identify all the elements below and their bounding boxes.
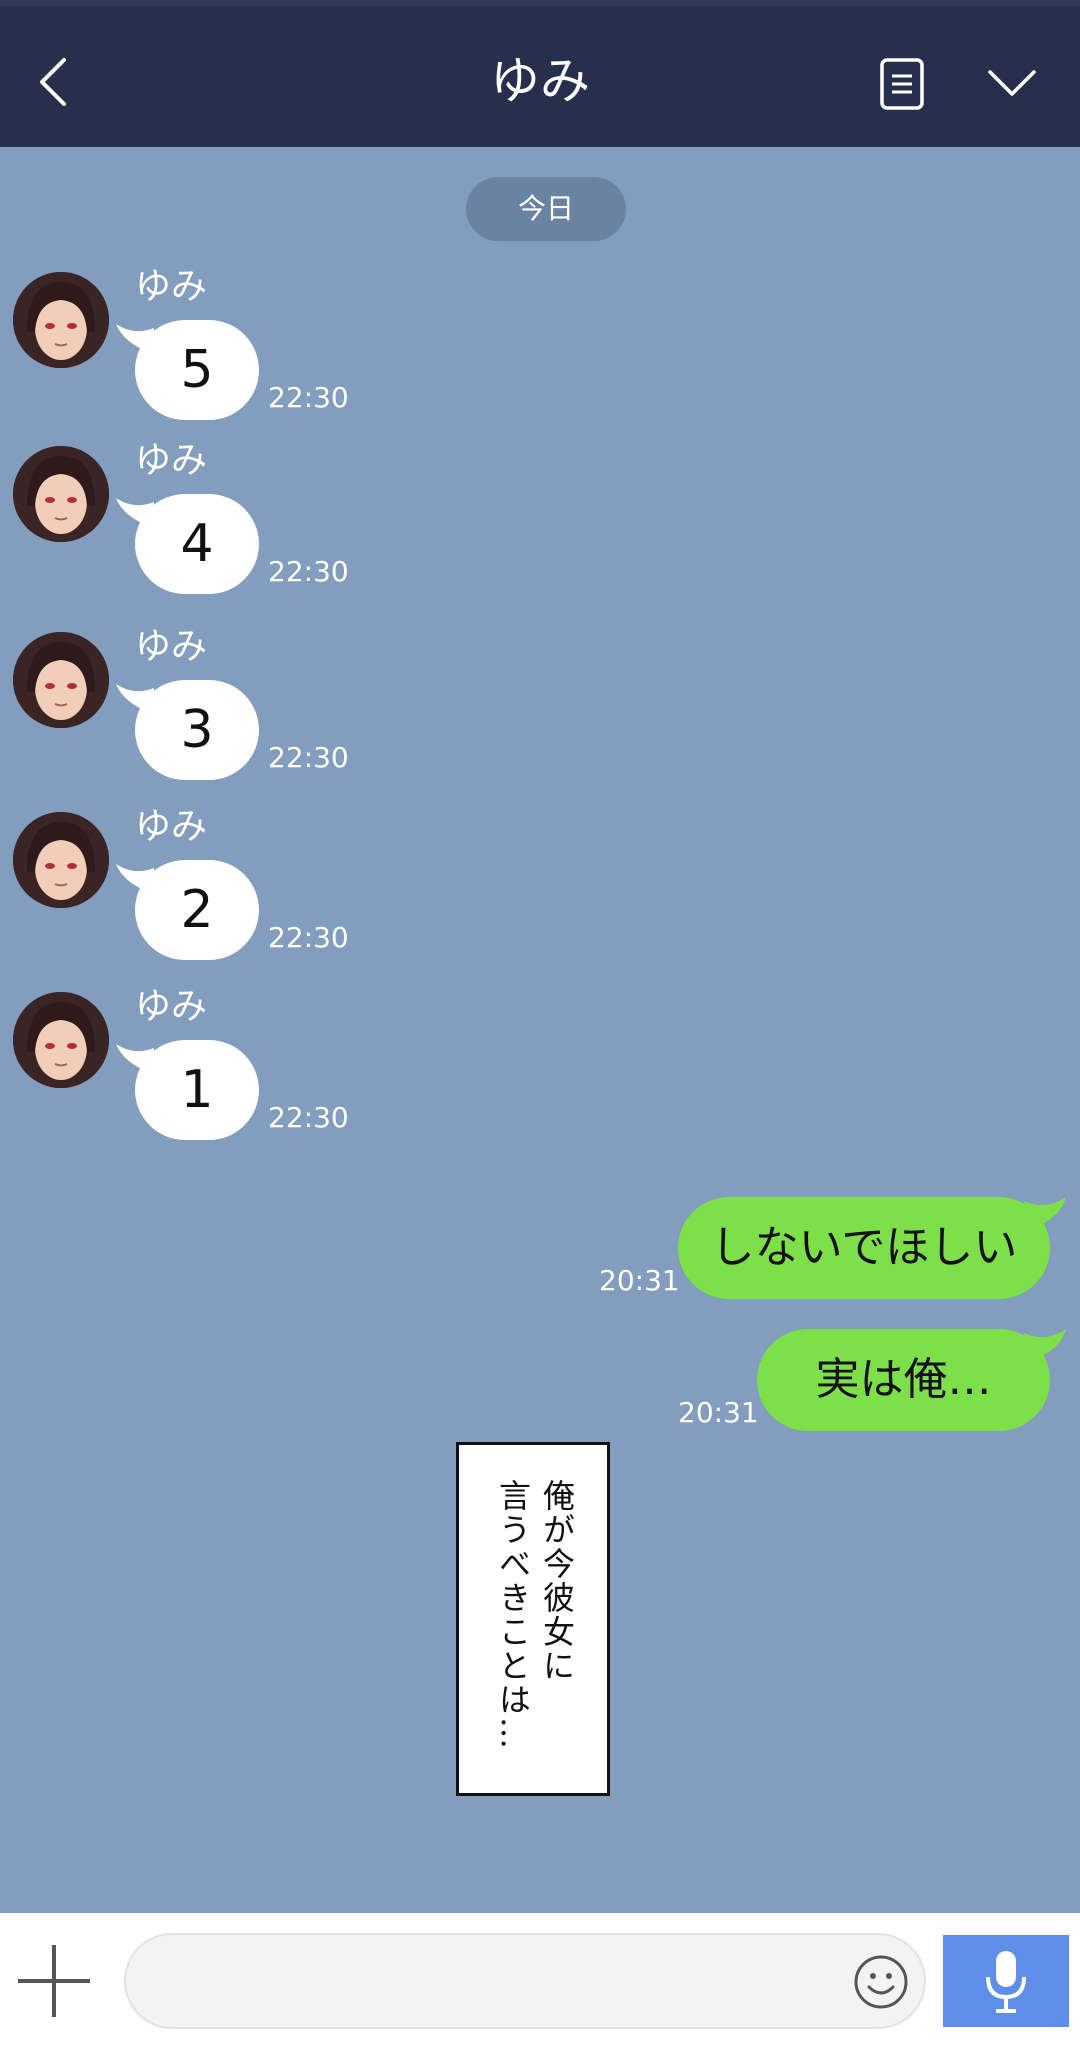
notes-icon[interactable] [876,56,928,112]
date-separator: 今日 [466,177,626,241]
bubble-tail [1024,1197,1066,1229]
plus-icon[interactable] [16,1943,92,2019]
avatar-image [13,632,109,728]
chat-header: ゆみ [0,0,1080,147]
message-input[interactable] [124,1933,926,2029]
message-time: 22:30 [268,381,349,414]
message-bubble[interactable]: しないでほしい [678,1197,1050,1299]
avatar[interactable] [13,272,109,368]
avatar[interactable] [13,446,109,542]
narration-caption-box: 俺が今彼女に 言うべきことは… [456,1442,610,1796]
outgoing-message: 20:31 しないでほしい [0,1197,1080,1307]
sender-name: ゆみ [135,986,208,1027]
chevron-down-icon[interactable] [982,62,1042,102]
caption-line-1: 俺が今彼女に [538,1479,576,1683]
incoming-message: ゆみ 5 22:30 [0,266,1080,442]
microphone-icon [986,1951,1026,2013]
sender-name: ゆみ [135,806,208,847]
sender-name: ゆみ [135,440,208,481]
avatar-image [13,446,109,542]
message-input-bar [0,1913,1080,2048]
message-bubble[interactable]: 実は俺… [757,1329,1050,1431]
outgoing-message: 20:31 実は俺… [0,1329,1080,1439]
avatar[interactable] [13,812,109,908]
message-time: 22:30 [268,1101,349,1134]
caption-line-2: 言うべきことは… [494,1479,532,1751]
avatar[interactable] [13,632,109,728]
message-bubble[interactable]: 3 [135,680,259,780]
avatar[interactable] [13,992,109,1088]
message-bubble[interactable]: 5 [135,320,259,420]
sender-name: ゆみ [135,266,208,307]
message-bubble[interactable]: 2 [135,860,259,960]
message-time: 20:31 [599,1264,680,1297]
bubble-tail [1024,1329,1066,1361]
message-time: 22:30 [268,555,349,588]
sender-name: ゆみ [135,626,208,667]
incoming-message: ゆみ 4 22:30 [0,440,1080,616]
voice-input-button[interactable] [943,1935,1069,2027]
avatar-image [13,992,109,1088]
message-bubble[interactable]: 4 [135,494,259,594]
avatar-image [13,812,109,908]
message-bubble[interactable]: 1 [135,1040,259,1140]
avatar-image [13,272,109,368]
message-time: 22:30 [268,921,349,954]
incoming-message: ゆみ 3 22:30 [0,626,1080,802]
message-time: 20:31 [678,1396,759,1429]
incoming-message: ゆみ 2 22:30 [0,806,1080,982]
message-time: 22:30 [268,741,349,774]
incoming-message: ゆみ 1 22:30 [0,986,1080,1162]
smiley-icon[interactable] [852,1953,910,2011]
